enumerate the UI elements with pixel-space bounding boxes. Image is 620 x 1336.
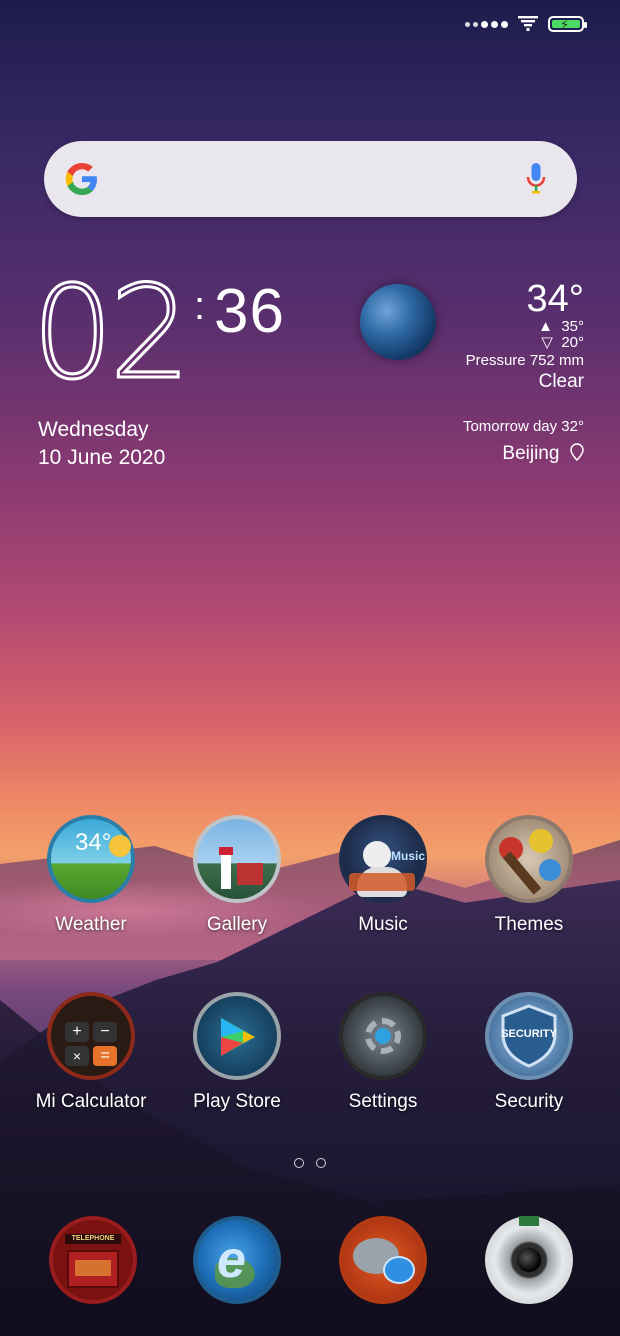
page-indicator <box>294 1158 326 1168</box>
themes-app-icon[interactable] <box>485 815 573 903</box>
app-label-settings[interactable]: Settings <box>308 1091 458 1113</box>
app-label-music[interactable]: Music <box>308 914 458 936</box>
play-store-app-icon[interactable] <box>193 992 281 1080</box>
page-dot <box>294 1158 304 1168</box>
security-app-icon[interactable]: SECURITY <box>485 992 573 1080</box>
google-search-bar[interactable] <box>44 141 577 217</box>
clock-widget[interactable]: 02 : 36 <box>31 259 284 408</box>
app-label-themes[interactable]: Themes <box>454 914 604 936</box>
settings-app-icon[interactable] <box>339 992 427 1080</box>
triangle-down-icon: ▽ <box>541 334 553 351</box>
app-label-weather[interactable]: Weather <box>16 914 166 936</box>
clock-hours: 02 <box>31 259 193 408</box>
city-label[interactable]: Beijing <box>502 443 584 465</box>
google-g-icon <box>65 163 97 195</box>
camera-app-icon[interactable] <box>485 1216 573 1304</box>
clock-minutes: 36 <box>214 277 285 346</box>
app-label-security[interactable]: Security <box>454 1091 604 1113</box>
music-app-icon[interactable]: Music <box>339 815 427 903</box>
page-dot <box>316 1158 326 1168</box>
signal-dots-icon <box>465 20 508 28</box>
phone-app-icon[interactable]: TELEPHONE <box>49 1216 137 1304</box>
pressure-label: Pressure 752 mm <box>465 352 584 369</box>
current-temperature: 34° <box>526 278 584 320</box>
low-temperature: ▽ 20° <box>541 334 584 351</box>
condition-label: Clear <box>538 371 584 392</box>
weekday-label: Wednesday <box>38 418 149 441</box>
wifi-icon <box>518 16 538 31</box>
clock-separator: : <box>194 284 206 328</box>
play-triangle-icon <box>221 1018 255 1056</box>
planet-icon[interactable] <box>360 284 436 360</box>
weather-app-icon[interactable]: 34° <box>47 815 135 903</box>
calculator-app-icon[interactable]: + − × = <box>47 992 135 1080</box>
app-label-calculator[interactable]: Mi Calculator <box>16 1091 166 1113</box>
location-pin-icon <box>570 443 584 462</box>
gallery-app-icon[interactable] <box>193 815 281 903</box>
date-label: 10 June 2020 <box>38 446 166 469</box>
status-bar: ⚡ <box>465 16 587 32</box>
browser-app-icon[interactable]: e <box>193 1216 281 1304</box>
app-label-play-store[interactable]: Play Store <box>162 1091 312 1113</box>
tomorrow-forecast: Tomorrow day 32° <box>462 418 584 435</box>
battery-charging-icon: ⚡ <box>548 16 587 32</box>
microphone-icon[interactable] <box>525 161 547 197</box>
app-label-gallery[interactable]: Gallery <box>162 914 312 936</box>
messaging-app-icon[interactable] <box>339 1216 427 1304</box>
